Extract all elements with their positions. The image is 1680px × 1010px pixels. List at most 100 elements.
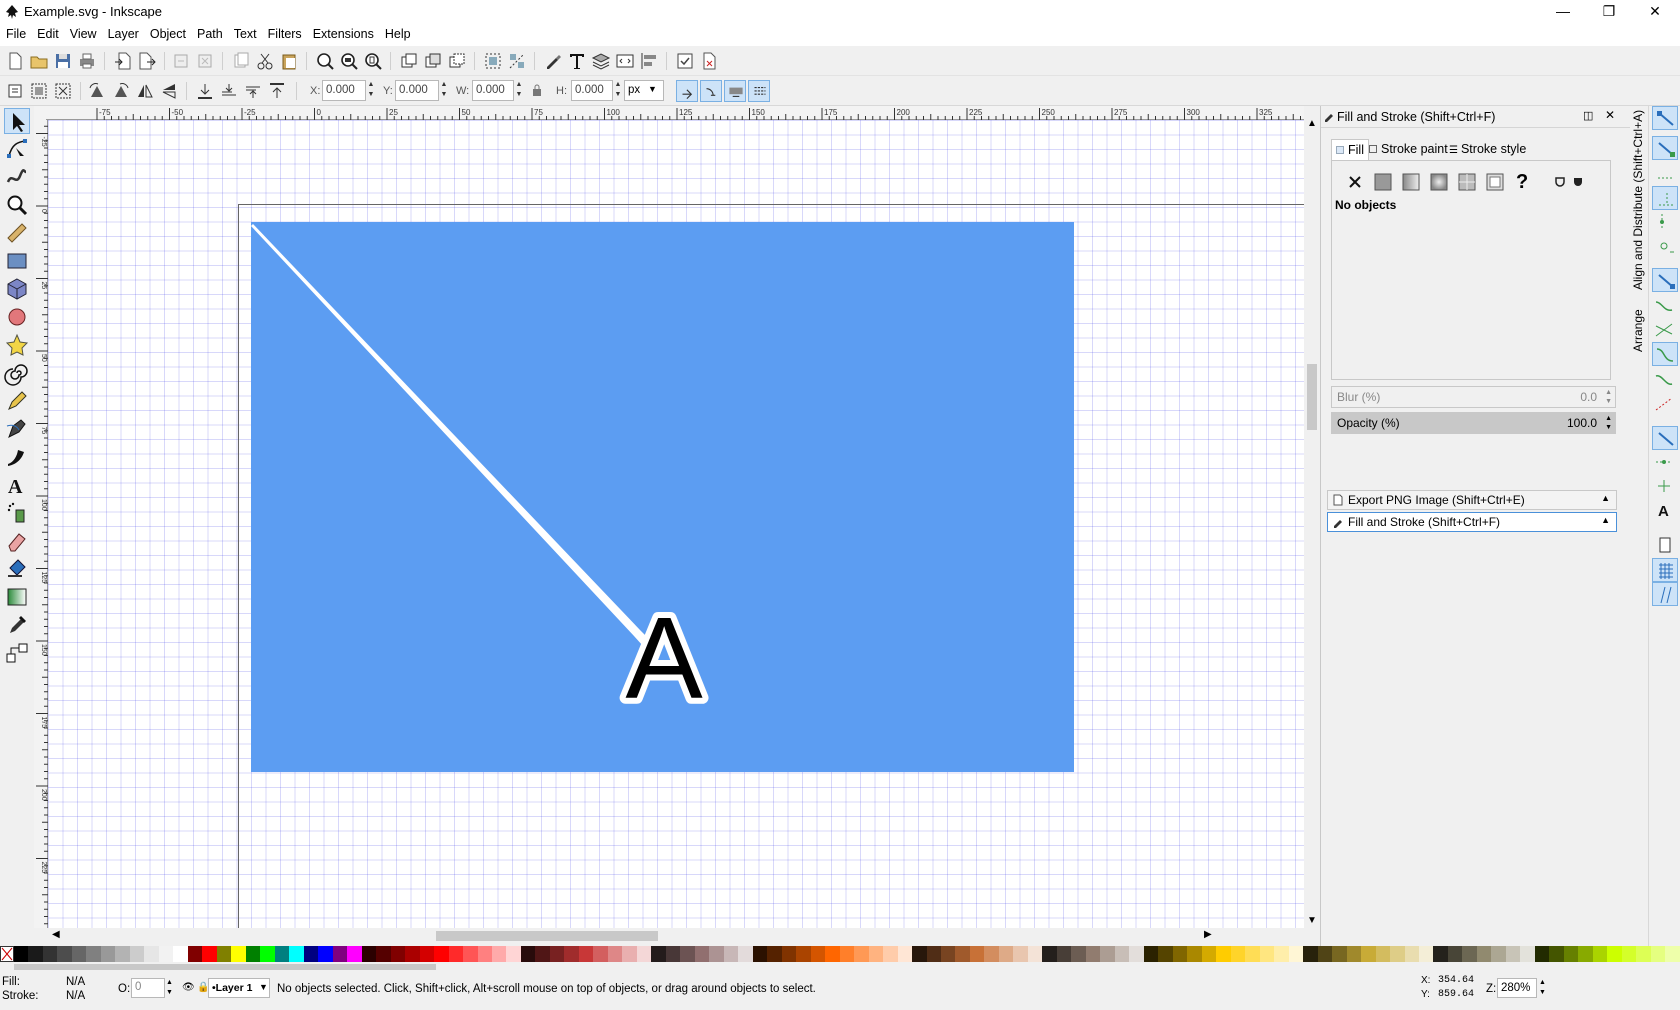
palette-swatch[interactable]: [332, 946, 348, 962]
pattern-button[interactable]: [1483, 170, 1507, 194]
rectangle-tool[interactable]: [4, 248, 30, 274]
palette-swatch[interactable]: [1534, 946, 1550, 962]
3d-box-tool[interactable]: [4, 276, 30, 302]
palette-swatch[interactable]: [1100, 946, 1115, 962]
zoom-field[interactable]: 280%: [1497, 978, 1537, 998]
chevron-up-icon[interactable]: ▲: [1601, 493, 1610, 503]
scroll-up-icon[interactable]: ▲: [1307, 118, 1317, 129]
palette-swatch[interactable]: [1433, 946, 1448, 962]
tab-stroke-paint[interactable]: Stroke paint: [1365, 139, 1452, 161]
palette-swatch[interactable]: [477, 946, 492, 962]
ungroup-button[interactable]: [506, 50, 528, 72]
snap-line-midpoints-toggle[interactable]: [1652, 392, 1678, 416]
y-field[interactable]: 0.000: [395, 80, 439, 101]
layers-dialog-button[interactable]: [590, 50, 612, 72]
zoom-selection-button[interactable]: [314, 50, 336, 72]
ruler-left[interactable]: -25 0 25 50 75 100 125 150 175 200 225: [34, 120, 48, 928]
palette-swatch[interactable]: [187, 946, 203, 962]
palette-swatch[interactable]: [361, 946, 377, 962]
palette-swatch[interactable]: [28, 946, 43, 962]
palette-swatch[interactable]: [1114, 946, 1130, 962]
undo-button[interactable]: [170, 50, 192, 72]
snap-object-centers-toggle[interactable]: [1652, 450, 1678, 474]
palette-swatch[interactable]: [868, 946, 884, 962]
palette-swatch[interactable]: [651, 946, 666, 962]
palette-swatch[interactable]: [1418, 946, 1434, 962]
palette-swatch[interactable]: [1520, 946, 1535, 962]
palette-swatch[interactable]: [752, 946, 768, 962]
palette-swatch[interactable]: [158, 946, 174, 962]
menu-file[interactable]: File: [0, 24, 31, 41]
opacity-slider[interactable]: Opacity (%) 100.0 ▲ ▼: [1331, 412, 1616, 434]
clone-button[interactable]: [422, 50, 444, 72]
snap-text-baseline-toggle[interactable]: A: [1652, 498, 1678, 522]
palette-swatch[interactable]: [622, 946, 637, 962]
flat-color-button[interactable]: [1371, 170, 1395, 194]
blur-slider[interactable]: Blur (%) 0.0 ▲ ▼: [1331, 386, 1616, 408]
measure-tool[interactable]: [4, 220, 30, 246]
palette-swatch[interactable]: [535, 946, 550, 962]
opacity-status-field[interactable]: 0: [131, 978, 165, 998]
palette-swatch[interactable]: [1390, 946, 1405, 962]
menu-extensions[interactable]: Extensions: [307, 24, 379, 41]
pen-tool[interactable]: [4, 416, 30, 442]
close-panel-icon[interactable]: ✕: [1605, 108, 1615, 122]
palette-swatch[interactable]: [1592, 946, 1608, 962]
mesh-gradient-button[interactable]: [1455, 170, 1479, 194]
vertical-scrollbar[interactable]: ▲ ▼: [1304, 118, 1320, 928]
scale-stroke-toggle[interactable]: [676, 80, 698, 102]
palette-swatch[interactable]: [926, 946, 941, 962]
calligraphy-tool[interactable]: [4, 444, 30, 470]
fill-stroke-dialog-button[interactable]: [542, 50, 564, 72]
palette-swatch[interactable]: [1013, 946, 1028, 962]
palette-swatch[interactable]: [665, 946, 681, 962]
snap-others-toggle[interactable]: [1652, 426, 1678, 450]
palette-swatch[interactable]: [71, 946, 87, 962]
menu-filters[interactable]: Filters: [262, 24, 307, 41]
ellipse-tool[interactable]: [4, 304, 30, 330]
iconify-panel-icon[interactable]: ◫: [1583, 109, 1593, 122]
palette-swatch[interactable]: [245, 946, 261, 962]
palette-swatch[interactable]: [1201, 946, 1217, 962]
pencil-tool[interactable]: [4, 388, 30, 414]
select-all-button[interactable]: [4, 80, 26, 102]
palette-swatch[interactable]: [1056, 946, 1072, 962]
rotate-cw-button[interactable]: [110, 80, 132, 102]
w-spinner[interactable]: ▲ ▼: [514, 80, 524, 101]
menu-help[interactable]: Help: [379, 24, 416, 41]
snap-bbox-midpoints-toggle[interactable]: [1652, 210, 1678, 234]
snap-guides-toggle[interactable]: [1652, 582, 1678, 606]
palette-swatch[interactable]: [1621, 946, 1637, 962]
radial-gradient-button[interactable]: [1427, 170, 1451, 194]
tab-stroke-style[interactable]: ☰ Stroke style: [1445, 139, 1530, 161]
palette-swatch[interactable]: [578, 946, 594, 962]
text-object-a[interactable]: A: [619, 587, 709, 729]
copy-button[interactable]: [230, 50, 252, 72]
palette-swatch[interactable]: [825, 946, 840, 962]
cut-button[interactable]: [254, 50, 276, 72]
palette-swatch[interactable]: [1665, 946, 1680, 962]
stroke-indicator-value[interactable]: N/A: [66, 990, 85, 1002]
fill-indicator-value[interactable]: N/A: [66, 976, 85, 988]
palette-swatch[interactable]: [303, 946, 319, 962]
x-spinner[interactable]: ▲ ▼: [366, 80, 376, 101]
menu-path[interactable]: Path: [191, 24, 228, 41]
palette-swatch[interactable]: [1404, 946, 1419, 962]
palette-swatch[interactable]: [1476, 946, 1492, 962]
save-button[interactable]: [52, 50, 74, 72]
minimize-button[interactable]: —: [1540, 0, 1586, 24]
snap-enable-toggle[interactable]: [1652, 106, 1678, 130]
palette-none-swatch[interactable]: [0, 946, 14, 962]
text-font-dialog-button[interactable]: [566, 50, 588, 72]
chevron-down-icon[interactable]: ▼: [259, 982, 268, 992]
horizontal-scrollbar[interactable]: ◀ ▶: [48, 928, 1304, 944]
snap-rotation-centers-toggle[interactable]: [1652, 474, 1678, 498]
paste-button[interactable]: [278, 50, 300, 72]
select-all-layers-button[interactable]: [28, 80, 50, 102]
palette-swatch[interactable]: [969, 946, 985, 962]
palette-swatch[interactable]: [216, 946, 232, 962]
palette-swatch[interactable]: [912, 946, 927, 962]
menu-view[interactable]: View: [64, 24, 102, 41]
palette-swatch[interactable]: [520, 946, 536, 962]
palette-swatch[interactable]: [781, 946, 797, 962]
